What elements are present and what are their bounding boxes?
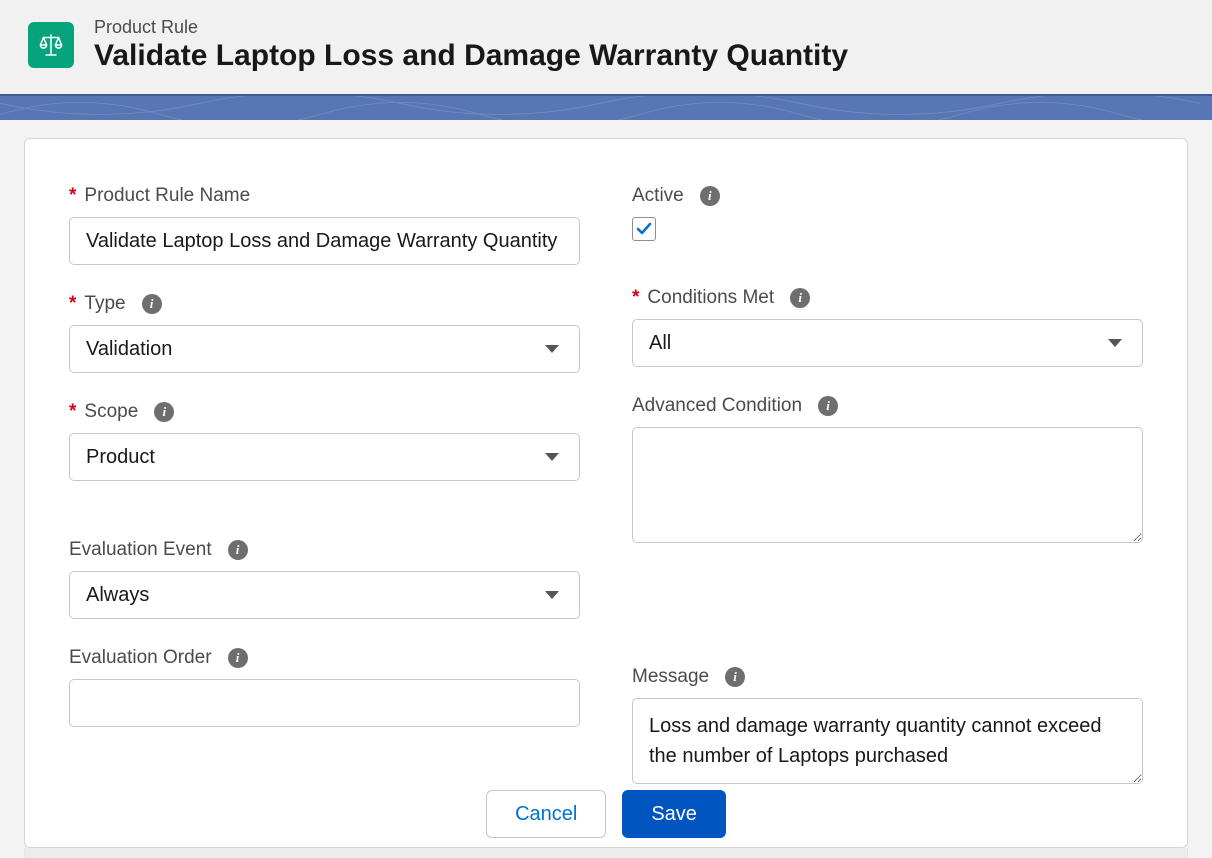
label-conditions-met: Conditions Met [647,287,774,309]
active-checkbox[interactable] [632,217,656,241]
label-message: Message [632,666,709,688]
info-icon[interactable]: i [725,667,745,687]
header-eyebrow: Product Rule [94,16,848,38]
cancel-button[interactable]: Cancel [486,790,606,838]
scope-select[interactable]: Product [69,433,580,481]
required-marker: * [69,401,76,423]
field-active: Active i [632,185,1143,241]
label-evaluation-order: Evaluation Order [69,647,212,669]
product-rule-name-input[interactable] [69,217,580,265]
message-textarea[interactable] [632,698,1143,784]
conditions-met-select[interactable]: All [632,319,1143,367]
label-evaluation-event: Evaluation Event [69,539,212,561]
label-advanced-condition: Advanced Condition [632,395,802,417]
field-advanced-condition: Advanced Condition i [632,395,1143,548]
info-icon[interactable]: i [790,288,810,308]
form-card: * Product Rule Name * Type i Validation [24,138,1188,848]
field-message: Message i [632,666,1143,789]
field-scope: * Scope i Product [69,401,580,481]
evaluation-event-select[interactable]: Always [69,571,580,619]
lookup-query-section: Lookup Query Information Lookup Object i [24,848,1188,858]
label-type: Type [84,293,125,315]
label-product-rule-name: Product Rule Name [84,185,250,207]
header-decorative-band [0,94,1212,120]
info-icon[interactable]: i [818,396,838,416]
evaluation-order-input[interactable] [69,679,580,727]
page-title: Validate Laptop Loss and Damage Warranty… [94,38,848,74]
info-icon[interactable]: i [154,402,174,422]
chevron-down-icon [545,345,559,353]
field-evaluation-event: Evaluation Event i Always [69,539,580,619]
save-button[interactable]: Save [622,790,726,838]
type-select[interactable]: Validation [69,325,580,373]
field-type: * Type i Validation [69,293,580,373]
chevron-down-icon [545,453,559,461]
scope-select-value: Product [86,446,155,469]
label-active: Active [632,185,684,207]
chevron-down-icon [545,591,559,599]
field-evaluation-order: Evaluation Order i [69,647,580,727]
info-icon[interactable]: i [228,540,248,560]
field-product-rule-name: * Product Rule Name [69,185,580,265]
info-icon[interactable]: i [142,294,162,314]
info-icon[interactable]: i [700,186,720,206]
chevron-down-icon [1108,339,1122,347]
type-select-value: Validation [86,338,172,361]
product-rule-icon [28,22,74,68]
conditions-met-value: All [649,332,671,355]
field-conditions-met: * Conditions Met i All [632,287,1143,367]
required-marker: * [632,287,639,309]
evaluation-event-value: Always [86,584,149,607]
required-marker: * [69,293,76,315]
page-header: Product Rule Validate Laptop Loss and Da… [0,0,1212,94]
label-scope: Scope [84,401,138,423]
advanced-condition-textarea[interactable] [632,427,1143,543]
required-marker: * [69,185,76,207]
info-icon[interactable]: i [228,648,248,668]
check-icon [636,221,652,237]
